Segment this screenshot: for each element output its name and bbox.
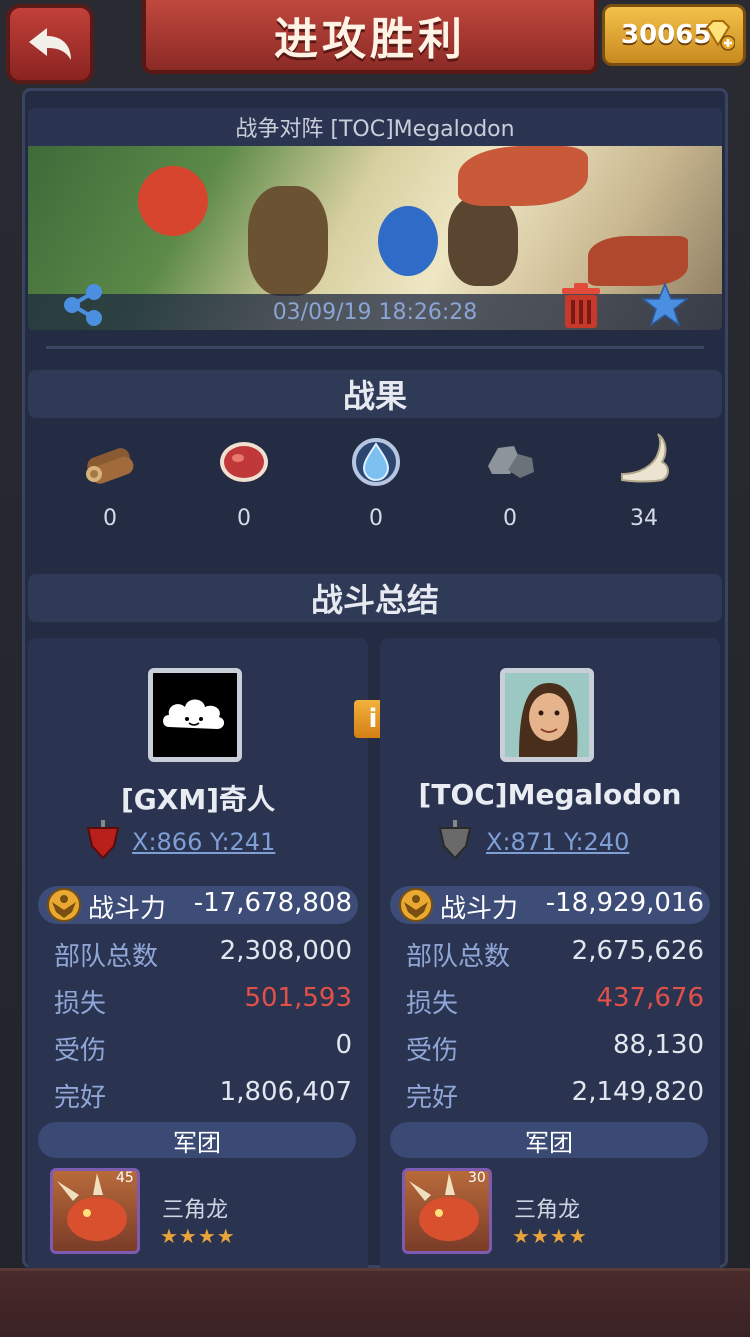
resource-stone: 0 (460, 430, 560, 531)
share-icon[interactable] (58, 280, 108, 330)
resource-value: 34 (630, 506, 658, 531)
stone-icon (488, 446, 534, 478)
title-banner: 进攻胜利 (142, 0, 598, 74)
stat-label: 损失 (406, 989, 459, 1019)
stat-value: 2,149,820 (571, 1077, 704, 1107)
meat-icon (220, 442, 268, 482)
red-shield-icon (86, 820, 120, 860)
stat-value: 2,308,000 (219, 936, 352, 966)
unit-level: 30 (468, 1170, 486, 1186)
stat-label: 完好 (406, 1083, 459, 1113)
back-arrow-icon (29, 28, 71, 60)
gem-icon (705, 20, 735, 51)
resource-value: 0 (103, 506, 117, 531)
resource-crystal: 0 (326, 430, 426, 531)
bone-icon (621, 433, 669, 483)
unit-level: 45 (116, 1170, 134, 1186)
cloud-avatar-icon (153, 673, 237, 757)
stat-row: 部队总数 2,675,626 (406, 936, 704, 976)
back-button[interactable] (6, 4, 94, 84)
stat-value: 88,130 (613, 1030, 704, 1060)
battle-card: 战争对阵 [TOC]Megalodon 03/09/19 18:26:28 (28, 108, 722, 330)
attacker-avatar[interactable] (148, 668, 242, 762)
legion-header: 军团 (390, 1122, 708, 1158)
trash-icon[interactable] (560, 282, 602, 330)
defender-avatar[interactable] (500, 668, 594, 762)
bottom-frame (0, 1268, 750, 1337)
attacker-name: [GXM]奇人 (120, 783, 276, 816)
unit-name: 三角龙 (162, 1198, 229, 1223)
gems-amount: 30065 (621, 20, 712, 50)
resource-value: 0 (369, 506, 383, 531)
eagle-emblem-icon (399, 888, 433, 922)
resources-row: 0 0 0 0 34 (28, 430, 722, 540)
stat-row: 损失 437,676 (406, 983, 704, 1023)
legion-header: 军团 (38, 1122, 356, 1158)
power-label: 战斗力 (88, 894, 167, 924)
stat-row: 受伤 0 (54, 1030, 352, 1070)
crystal-icon (352, 438, 400, 486)
resource-meat: 0 (194, 430, 294, 531)
defender-name: [TOC]Megalodon (418, 778, 682, 811)
stat-row: 完好 2,149,820 (406, 1077, 704, 1117)
stat-label: 部队总数 (54, 942, 159, 972)
attacker-coordinates[interactable]: X:866 Y:241 (132, 828, 275, 856)
stat-label: 部队总数 (406, 942, 511, 972)
star-icon[interactable] (642, 282, 688, 328)
wood-icon (86, 448, 134, 484)
stat-value: 1,806,407 (219, 1077, 352, 1107)
attacker-panel: [GXM]奇人 X:866 Y:241 战斗力 -17,678,808 部队总数… (28, 638, 368, 1278)
resource-wood: 0 (60, 430, 160, 531)
power-value: -18,929,016 (545, 888, 704, 918)
power-value: -17,678,808 (193, 888, 352, 918)
resource-value: 0 (503, 506, 517, 531)
unit-name: 三角龙 (514, 1198, 581, 1223)
caveman-figure (248, 186, 328, 296)
stat-label: 完好 (54, 1083, 107, 1113)
defender-coordinates[interactable]: X:871 Y:240 (486, 828, 629, 856)
stat-row: 损失 501,593 (54, 983, 352, 1023)
blue-hero-figure (378, 206, 438, 276)
stat-value: 0 (335, 1030, 352, 1060)
resource-value: 0 (237, 506, 251, 531)
section-divider (46, 346, 704, 349)
battle-footer: 03/09/19 18:26:28 (28, 282, 722, 330)
attacker-power: 战斗力 -17,678,808 (38, 886, 358, 924)
unit-stars: ★★★★ (512, 1224, 588, 1248)
defender-power: 战斗力 -18,929,016 (390, 886, 710, 924)
stat-label: 受伤 (54, 1036, 107, 1066)
stat-row: 部队总数 2,308,000 (54, 936, 352, 976)
stat-label: 受伤 (406, 1036, 459, 1066)
stat-row: 完好 1,806,407 (54, 1077, 352, 1117)
battle-title: 战争对阵 [TOC]Megalodon (235, 117, 515, 142)
gray-shield-icon (438, 820, 472, 860)
pterodactyl-figure (458, 146, 588, 206)
results-header: 战果 (28, 370, 722, 418)
power-label: 战斗力 (440, 894, 519, 924)
female-avatar-icon (505, 673, 589, 757)
brute-figure (448, 196, 518, 286)
unit-stars: ★★★★ (160, 1224, 236, 1248)
resource-bone: 34 (594, 430, 694, 531)
eagle-emblem-icon (47, 888, 81, 922)
fox-warrior-figure (138, 166, 208, 236)
stat-row: 受伤 88,130 (406, 1030, 704, 1070)
gems-counter[interactable]: 30065 (602, 4, 746, 66)
stat-label: 损失 (54, 989, 107, 1019)
stat-value: 2,675,626 (571, 936, 704, 966)
stat-value: 437,676 (596, 983, 704, 1013)
dragon-figure (588, 236, 688, 286)
stat-value: 501,593 (244, 983, 352, 1013)
battle-date: 03/09/19 18:26:28 (272, 299, 478, 325)
summary-header: 战斗总结 (28, 574, 722, 622)
page-title: 进攻胜利 (274, 14, 466, 65)
defender-panel: [TOC]Megalodon X:871 Y:240 战斗力 -18,929,0… (380, 638, 720, 1278)
